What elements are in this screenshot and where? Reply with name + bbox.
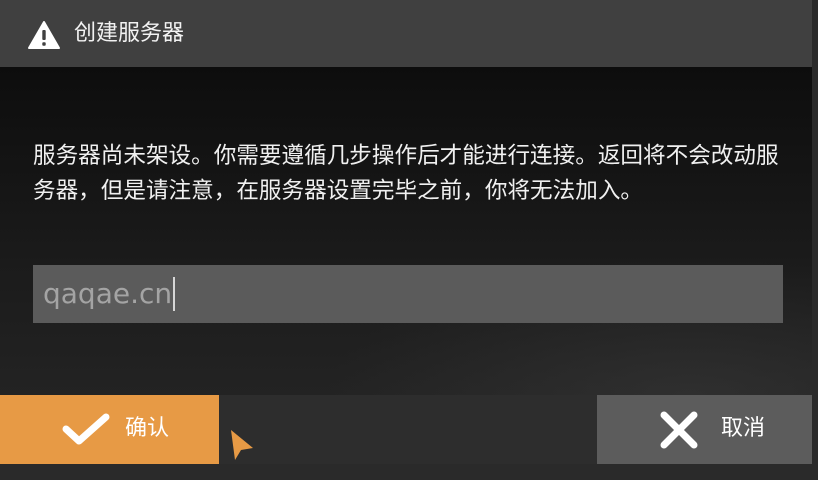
cancel-button[interactable]: 取消: [597, 395, 812, 464]
cancel-button-label: 取消: [721, 416, 766, 441]
server-address-input[interactable]: qaqae.cn: [33, 265, 783, 323]
text-caret: [173, 277, 176, 311]
close-icon: [660, 411, 698, 449]
confirm-button[interactable]: 确认: [0, 395, 219, 464]
confirm-button-label: 确认: [125, 416, 170, 441]
dialog-message: 服务器尚未架设。你需要遵循几步操作后才能进行连接。返回将不会改动服务器，但是请注…: [33, 143, 779, 204]
create-server-dialog: 创建服务器 服务器尚未架设。你需要遵循几步操作后才能进行连接。返回将不会改动服务…: [0, 0, 818, 480]
dialog-title: 创建服务器: [74, 21, 185, 46]
right-edge: [812, 0, 818, 480]
dialog-title-bar: 创建服务器: [0, 0, 818, 67]
checkmark-icon: [62, 413, 110, 445]
bottom-edge: [0, 464, 818, 480]
dialog-body: [0, 67, 818, 395]
mouse-cursor-icon: [231, 430, 253, 460]
server-address-value: qaqae.cn: [43, 277, 173, 310]
warning-icon: [28, 21, 60, 49]
